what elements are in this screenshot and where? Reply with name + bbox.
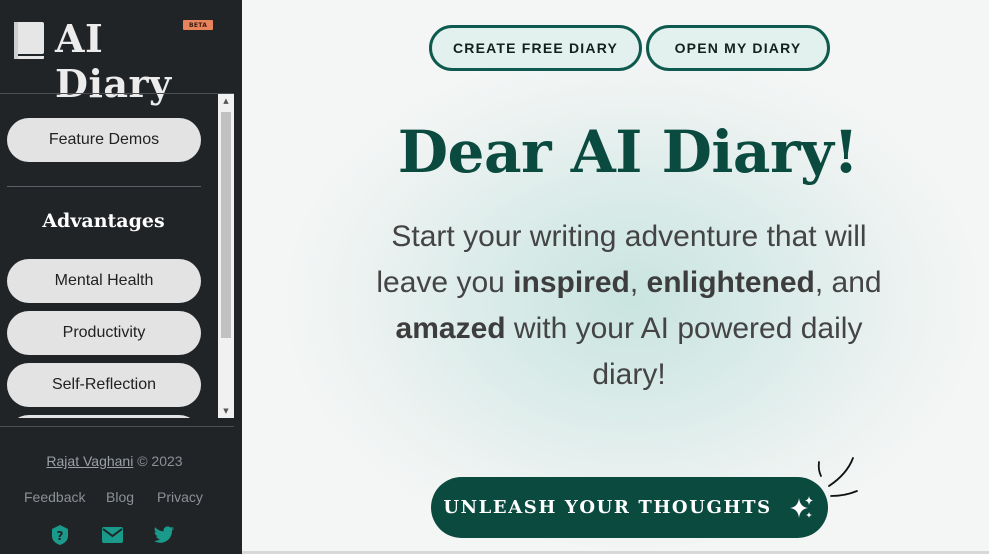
email-icon[interactable]: [102, 527, 123, 543]
sparkles-icon: [789, 495, 813, 518]
copyright-text: © 2023: [133, 453, 183, 469]
twitter-icon[interactable]: [153, 526, 175, 544]
blog-link[interactable]: Blog: [106, 489, 134, 505]
sidebar-nav: Feature Demos Advantages Mental Health P…: [0, 94, 234, 418]
sidebar: AI Diary BETA Feature Demos Advantages M…: [0, 0, 242, 554]
privacy-link[interactable]: Privacy: [157, 489, 203, 505]
scrollbar-thumb[interactable]: [221, 112, 231, 338]
create-free-diary-button[interactable]: CREATE FREE DIARY: [429, 25, 642, 71]
hero-subtitle: Start your writing adventure that will l…: [372, 214, 886, 398]
scroll-up-arrow-icon[interactable]: ▲: [218, 94, 234, 108]
sidebar-item-productivity[interactable]: Productivity: [7, 311, 201, 355]
sidebar-item-mental-health[interactable]: Mental Health: [7, 259, 201, 303]
subtitle-text: , and: [814, 266, 882, 299]
sidebar-scrollbar[interactable]: ▲ ▼: [218, 94, 234, 418]
sidebar-item-partial[interactable]: [7, 415, 201, 418]
subtitle-emphasis: amazed: [395, 312, 506, 345]
main-content: CREATE FREE DIARY OPEN MY DIARY Dear AI …: [242, 0, 989, 554]
advantages-heading: Advantages: [42, 210, 165, 232]
author-link[interactable]: Rajat Vaghani: [46, 453, 133, 469]
help-icon[interactable]: ?: [50, 524, 70, 546]
divider: [0, 426, 234, 427]
subtitle-text: ,: [629, 266, 647, 299]
cta-label: UNLEASH YOUR THOUGHTS: [443, 497, 772, 518]
svg-text:?: ?: [57, 529, 64, 543]
page-title: Dear AI Diary!: [397, 118, 859, 186]
accent-doodle: [817, 457, 858, 497]
subtitle-emphasis: inspired: [513, 266, 630, 299]
copyright: Rajat Vaghani © 2023: [0, 453, 229, 469]
book-icon: [14, 22, 44, 59]
beta-badge: BETA: [183, 20, 214, 30]
feedback-link[interactable]: Feedback: [24, 489, 85, 505]
scroll-down-arrow-icon[interactable]: ▼: [218, 404, 234, 418]
sidebar-item-self-reflection[interactable]: Self-Reflection: [7, 363, 201, 407]
feature-demos-button[interactable]: Feature Demos: [7, 118, 201, 162]
logo[interactable]: AI Diary BETA: [10, 14, 225, 106]
unleash-thoughts-button[interactable]: UNLEASH YOUR THOUGHTS: [431, 477, 828, 538]
nav-divider: [7, 186, 201, 187]
subtitle-text: with your AI powered daily diary!: [505, 312, 863, 391]
subtitle-emphasis: enlightened: [646, 266, 815, 299]
open-my-diary-button[interactable]: OPEN MY DIARY: [646, 25, 830, 71]
